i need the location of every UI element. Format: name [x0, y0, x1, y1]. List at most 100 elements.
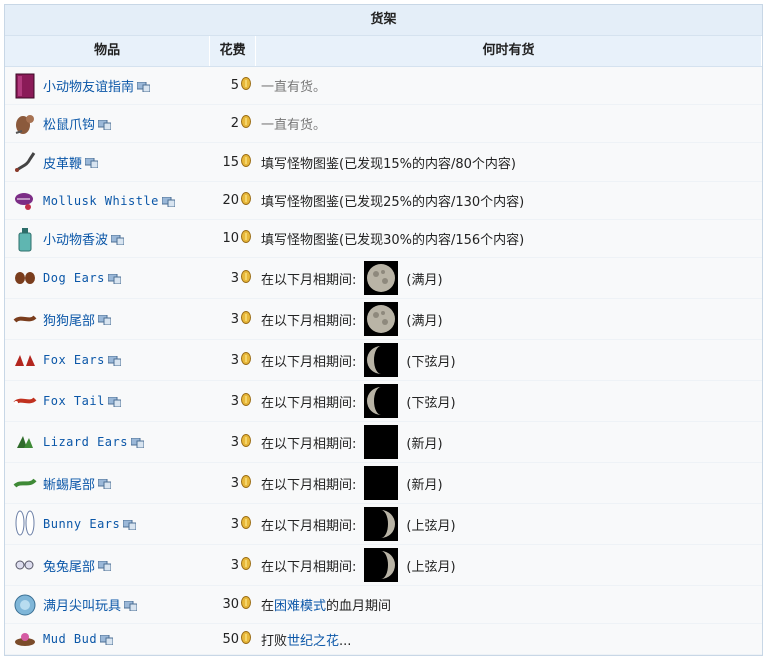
cost-value: 2 — [230, 116, 239, 131]
table-header: 物品 花费 何时有货 — [5, 36, 762, 67]
table-row: Fox Tail 3 在以下月相期间: (下弦月) — [5, 381, 762, 422]
cost-cell: 3 — [210, 269, 255, 287]
cost-value: 3 — [230, 393, 239, 409]
cost-value: 3 — [230, 557, 239, 573]
moon-third-icon — [364, 384, 399, 418]
item-name-link[interactable]: 狗狗尾部 — [43, 310, 95, 329]
table-row: Dog Ears 3 在以下月相期间: (满月) — [5, 258, 762, 299]
cost-cell: 3 — [210, 351, 255, 369]
availability-text: 填写怪物图鉴(已发现25%的内容/130个内容) — [261, 195, 525, 210]
item-name-link[interactable]: Lizard Ears — [43, 435, 128, 449]
table-row: 小动物香波 10 填写怪物图鉴(已发现30%的内容/156个内容) — [5, 220, 762, 258]
item-name-link[interactable]: Fox Tail — [43, 394, 105, 408]
availability-cell: 打败世纪之花... — [255, 630, 762, 649]
desktop-version-icon — [107, 355, 122, 367]
cost-cell: 15 — [210, 153, 255, 171]
moon-phase-label: (下弦月) — [406, 354, 456, 370]
item-cell: 满月尖叫玩具 — [5, 591, 210, 619]
moon-first-icon — [364, 548, 399, 582]
item-cell: 蜥蜴尾部 — [5, 469, 210, 497]
availability-cell: 一直有货。 — [255, 114, 762, 133]
gold-coin-icon — [241, 351, 251, 369]
table-row: 满月尖叫玩具 30 在困难模式的血月期间 — [5, 586, 762, 624]
moon-phase-label: (上弦月) — [406, 559, 456, 575]
item-cell: 兔兔尾部 — [5, 551, 210, 579]
desktop-version-icon — [97, 478, 112, 490]
item-name-link[interactable]: 松鼠爪钩 — [43, 114, 95, 133]
desktop-version-icon — [122, 519, 137, 531]
leather-whip-icon — [11, 148, 39, 176]
moon-new-icon — [364, 425, 399, 459]
table-row: 皮革鞭 15 填写怪物图鉴(已发现15%的内容/80个内容) — [5, 143, 762, 182]
fox-tail-icon — [11, 387, 39, 415]
moon-phase-label: (上弦月) — [406, 518, 456, 534]
availability-cell: 一直有货。 — [255, 76, 762, 95]
cost-cell: 3 — [210, 433, 255, 451]
cost-value: 3 — [230, 434, 239, 450]
item-name-link[interactable]: 满月尖叫玩具 — [43, 595, 121, 614]
book-icon — [11, 72, 39, 100]
availability-link[interactable]: 困难模式 — [274, 599, 326, 614]
moon-phase-prefix: 在以下月相期间: — [261, 354, 357, 370]
item-name-link[interactable]: 兔兔尾部 — [43, 556, 95, 575]
dog-tail-icon — [11, 305, 39, 333]
availability-before: 打败 — [261, 633, 288, 649]
table-caption: 货架 — [5, 5, 762, 36]
item-name-link[interactable]: 小动物香波 — [43, 229, 108, 248]
gold-coin-icon — [241, 153, 251, 171]
cost-cell: 50 — [210, 630, 255, 648]
item-name-link[interactable]: 小动物友谊指南 — [43, 76, 134, 95]
moon-phase-prefix: 在以下月相期间: — [261, 559, 357, 575]
desktop-version-icon — [161, 196, 176, 207]
availability-cell: 在以下月相期间: (新月) — [255, 425, 762, 459]
lizard-tail-icon — [11, 469, 39, 497]
availability-cell: 填写怪物图鉴(已发现25%的内容/130个内容) — [255, 191, 762, 210]
moon-phase-label: (新月) — [406, 477, 443, 493]
gold-coin-icon — [241, 515, 251, 533]
availability-link[interactable]: 世纪之花 — [287, 634, 339, 649]
desktop-version-icon — [99, 634, 114, 646]
moon-full-icon — [364, 261, 399, 295]
item-name-link[interactable]: Fox Ears — [43, 353, 105, 367]
item-name-link[interactable]: Mollusk Whistle — [43, 194, 159, 208]
gold-coin-icon — [241, 77, 251, 94]
moon-phase-prefix: 在以下月相期间: — [261, 272, 357, 288]
cost-cell: 3 — [210, 310, 255, 328]
item-name-link[interactable]: Bunny Ears — [43, 517, 120, 531]
availability-text: 在困难模式的血月期间 — [261, 595, 391, 614]
moon-phase-prefix: 在以下月相期间: — [261, 313, 357, 329]
item-name-link[interactable]: 蜥蜴尾部 — [43, 474, 95, 493]
availability-cell: 填写怪物图鉴(已发现15%的内容/80个内容) — [255, 153, 762, 172]
squirrel-hook-icon — [11, 110, 39, 138]
cost-cell: 3 — [210, 392, 255, 410]
header-availability: 何时有货 — [256, 36, 762, 66]
header-item: 物品 — [5, 36, 211, 66]
gold-coin-icon — [241, 433, 251, 451]
desktop-version-icon — [97, 119, 112, 130]
cost-cell: 3 — [210, 515, 255, 533]
moon-phase-prefix: 在以下月相期间: — [261, 395, 357, 411]
availability-after: ... — [339, 633, 352, 649]
desktop-version-icon — [97, 560, 112, 572]
cost-value: 3 — [230, 311, 239, 327]
item-cell: 小动物友谊指南 — [5, 72, 210, 100]
cost-value: 30 — [222, 597, 239, 612]
cost-value: 10 — [222, 231, 239, 246]
availability-text: 填写怪物图鉴(已发现15%的内容/80个内容) — [261, 156, 516, 172]
item-name-link[interactable]: Mud Bud — [43, 632, 97, 646]
moon-phase-label: (新月) — [406, 436, 443, 452]
availability-cell: 在以下月相期间: (满月) — [255, 302, 762, 336]
header-cost: 花费 — [210, 36, 257, 66]
cost-value: 3 — [230, 516, 239, 532]
item-cell: Fox Tail — [5, 387, 210, 415]
mollusk-whistle-icon — [11, 187, 39, 215]
availability-text: 打败世纪之花... — [261, 630, 351, 649]
item-name-link[interactable]: 皮革鞭 — [43, 153, 82, 172]
gold-coin-icon — [241, 392, 251, 410]
availability-cell: 在以下月相期间: (上弦月) — [255, 548, 762, 582]
gold-coin-icon — [241, 630, 251, 648]
item-cell: 松鼠爪钩 — [5, 110, 210, 138]
gold-coin-icon — [241, 596, 251, 613]
item-cell: 皮革鞭 — [5, 148, 210, 176]
item-name-link[interactable]: Dog Ears — [43, 271, 105, 285]
